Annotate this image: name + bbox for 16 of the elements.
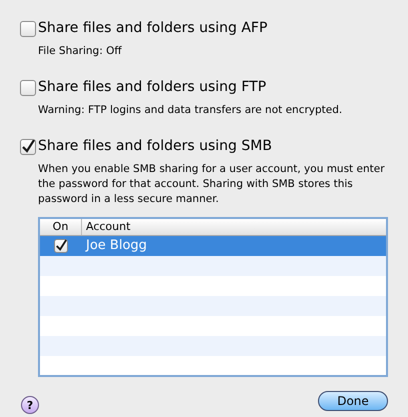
column-header[interactable]: Account — [82, 219, 386, 236]
checkbox[interactable] — [20, 20, 36, 36]
checkbox-label[interactable]: Share files and folders using SMB — [38, 136, 272, 157]
checkbox[interactable] — [20, 80, 36, 96]
checkbox[interactable] — [54, 239, 68, 253]
description-text: Warning: FTP logins and data transfers are not encrypted. — [38, 103, 344, 118]
column-header[interactable]: On — [40, 219, 82, 236]
table-cell-text: Joe Blogg — [84, 237, 147, 256]
checkbox[interactable] — [20, 138, 36, 154]
done-button[interactable]: Done — [318, 391, 388, 411]
checkbox-label[interactable]: Share files and folders using FTP — [38, 77, 266, 98]
table-row[interactable]: Joe Blogg — [40, 236, 386, 256]
description-text: When you enable SMB sharing for a user account, you must enter the password for that account. Sharing with SMB stores this password in a less secure manner. — [38, 162, 386, 207]
checkbox-label[interactable]: Share files and folders using AFP — [38, 18, 268, 39]
description-text: File Sharing: Off — [38, 44, 123, 59]
help-button[interactable]: ? — [21, 396, 39, 414]
